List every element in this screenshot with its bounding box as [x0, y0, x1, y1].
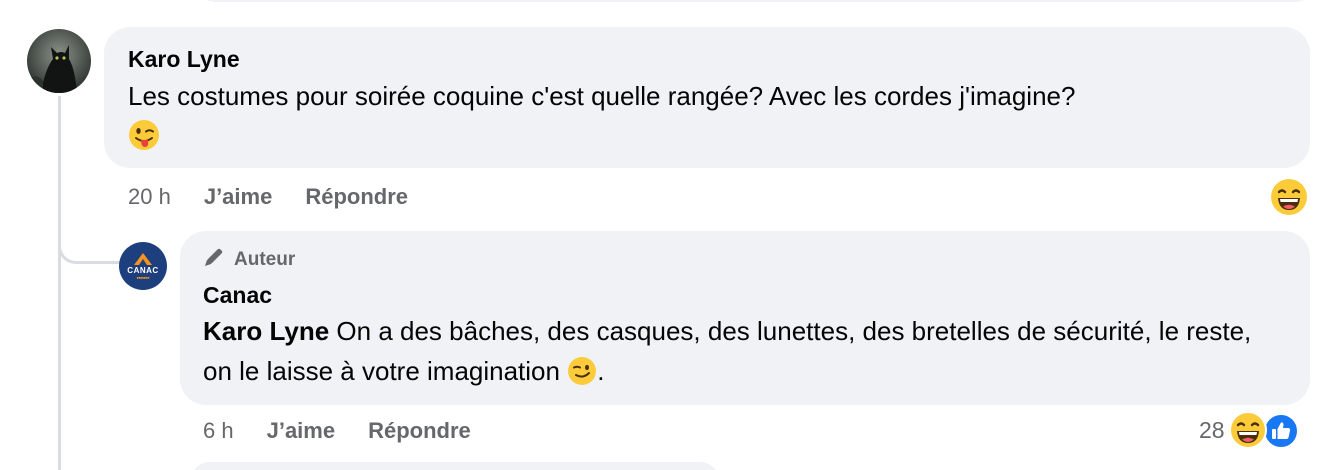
comment-text: Les costumes pour soirée coquine c'est q…: [128, 76, 1278, 162]
comment-bubble: Karo Lyne Les costumes pour soirée coqui…: [104, 27, 1310, 168]
role-label: Auteur: [234, 248, 296, 270]
avatar-canac[interactable]: CANAC ■■■■■■: [119, 242, 167, 290]
mention-link[interactable]: Karo Lyne: [203, 316, 329, 346]
comment-actions: 20 h J’aime Répondre: [128, 184, 408, 210]
comment-author-name[interactable]: Karo Lyne: [128, 45, 240, 73]
smirking-face-icon: [567, 356, 597, 397]
thread-reply-connector: [58, 220, 120, 264]
like-icon: [1262, 413, 1299, 454]
winking-tongue-face-icon: [128, 119, 160, 162]
reply-button[interactable]: Répondre: [305, 184, 408, 210]
comment-body: Les costumes pour soirée coquine c'est q…: [128, 81, 1076, 111]
author-role-badge: Auteur: [202, 245, 295, 274]
reaction-icons: [1228, 411, 1307, 449]
laughing-face-icon: [1228, 411, 1267, 454]
pencil-icon: [202, 245, 226, 274]
reply-actions: 6 h J’aime Répondre: [203, 418, 471, 444]
like-button[interactable]: J’aime: [267, 418, 336, 444]
reply-bubble: Auteur Canac Karo Lyne On a des bâches, …: [180, 231, 1310, 405]
like-button[interactable]: J’aime: [204, 184, 273, 210]
canac-logo-tagline: ■■■■■■: [136, 275, 150, 280]
canac-logo-icon: [134, 252, 152, 265]
reply-text: Karo Lyne On a des bâches, des casques, …: [203, 311, 1283, 397]
reply-author-name[interactable]: Canac: [203, 281, 272, 309]
reply-timestamp[interactable]: 6 h: [203, 418, 234, 444]
avatar-karo-lyne[interactable]: [27, 29, 91, 93]
previous-comment-bubble-fragment: [200, 0, 1310, 2]
reply-body-end: .: [597, 356, 605, 386]
canac-logo-text: CANAC: [127, 265, 159, 275]
thread-connector-line: [58, 96, 61, 470]
laughing-face-icon: [1270, 179, 1308, 220]
comment-reaction-summary[interactable]: [1270, 178, 1308, 221]
reply-body: On a des bâches, des casques, des lunett…: [203, 316, 1252, 386]
comment-timestamp[interactable]: 20 h: [128, 184, 171, 210]
reply-button[interactable]: Répondre: [368, 418, 471, 444]
reaction-count: 28: [1199, 416, 1225, 443]
reply-reaction-summary[interactable]: 28: [1199, 411, 1307, 449]
next-comment-bubble-fragment: [190, 462, 720, 470]
